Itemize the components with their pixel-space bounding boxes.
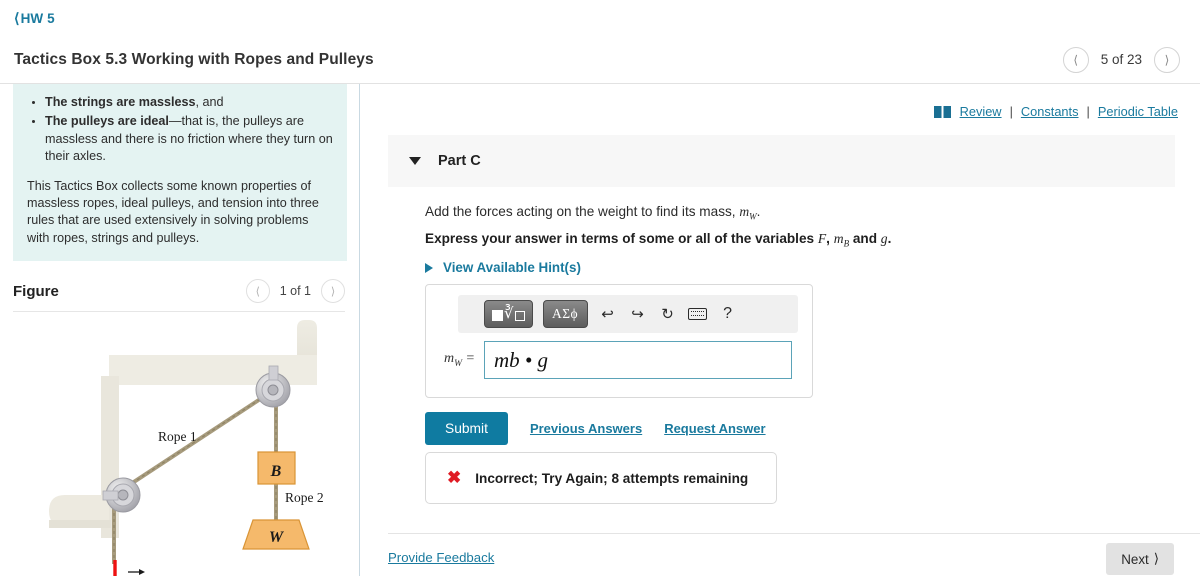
math-toolbar: ∛ ΑΣϕ ↩ ↪ ↻ ? (458, 295, 798, 333)
util-separator-2: | (1086, 104, 1090, 119)
list-item: The pulleys are ideal—that is, the pulle… (45, 113, 333, 165)
pulley-diagram-svg: B W F Rope 1 Rope 2 (49, 320, 324, 576)
chevron-right-icon: ⟩ (1153, 551, 1159, 566)
answer-lhs-label: mW = (444, 351, 475, 369)
periodic-table-link[interactable]: Periodic Table (1098, 104, 1178, 119)
page-title: Tactics Box 5.3 Working with Ropes and P… (14, 50, 374, 68)
bullet-bold-0: The strings are massless (45, 95, 196, 109)
redo-icon[interactable]: ↪ (628, 304, 648, 324)
figure-pager-next-button[interactable]: ⟩ (321, 279, 345, 303)
title-bar: Tactics Box 5.3 Working with Ropes and P… (0, 36, 1200, 84)
previous-answers-link[interactable]: Previous Answers (530, 421, 642, 436)
view-hints-toggle[interactable]: View Available Hint(s) (425, 260, 581, 275)
rope-1-label: Rope 1 (158, 429, 197, 444)
book-icon (933, 105, 951, 118)
greek-symbols-button[interactable]: ΑΣϕ (542, 300, 588, 328)
reset-icon[interactable]: ↻ (658, 304, 678, 324)
answer-input[interactable] (484, 341, 792, 379)
figure-header: Figure ⟨ 1 of 1 ⟩ (0, 261, 359, 311)
tactics-paragraph: This Tactics Box collects some known pro… (27, 178, 319, 245)
figure-pager: ⟨ 1 of 1 ⟩ (245, 279, 345, 303)
sidebar: The strings are massless, and The pulley… (0, 84, 360, 576)
question-pager: ⟨ 5 of 23 ⟩ (1062, 46, 1180, 73)
answer-entry-box: ∛ ΑΣϕ ↩ ↪ ↻ ? mW = (425, 284, 813, 398)
utility-links: Review | Constants | Periodic Table (361, 84, 1200, 119)
breadcrumb-label: HW 5 (20, 10, 55, 26)
x-mark-icon: ✖ (447, 468, 462, 487)
constants-link[interactable]: Constants (1021, 104, 1079, 119)
feedback-banner: ✖ Incorrect; Try Again; 8 attempts remai… (425, 452, 777, 504)
bullet-rest-0: , and (195, 95, 224, 109)
next-button[interactable]: Next ⟩ (1106, 543, 1174, 575)
review-link[interactable]: Review (960, 104, 1002, 119)
chevron-left-icon: ⟨ (14, 10, 20, 26)
submit-button[interactable]: Submit (425, 412, 508, 445)
breadcrumb-link-hw5[interactable]: ⟨ HW 5 (14, 11, 55, 26)
pager-count: 5 of 23 (1100, 52, 1142, 67)
weight-w-label: W (269, 529, 285, 546)
undo-icon[interactable]: ↩ (598, 304, 618, 324)
part-header[interactable]: Part C (388, 135, 1175, 187)
block-b-label: B (270, 463, 282, 480)
tactics-bullet-list: The strings are massless, and The pulley… (27, 94, 333, 166)
answer-row: mW = (444, 341, 792, 379)
view-hints-label: View Available Hint(s) (443, 260, 581, 275)
breadcrumb: ⟨ HW 5 (0, 0, 1200, 36)
question-instruction: Express your answer in terms of some or … (425, 231, 892, 249)
figure-pager-count: 1 of 1 (279, 284, 311, 298)
help-icon[interactable]: ? (718, 304, 738, 324)
next-button-label: Next (1121, 551, 1149, 567)
feedback-text: Incorrect; Try Again; 8 attempts remaini… (475, 470, 749, 486)
pager-prev-button[interactable]: ⟨ (1062, 46, 1089, 73)
figure-pager-prev-button[interactable]: ⟨ (245, 279, 270, 303)
submit-row: Submit Previous Answers Request Answer (425, 412, 766, 445)
math-template-button[interactable]: ∛ (484, 300, 533, 328)
footer-divider (388, 533, 1200, 534)
question-text: Add the forces acting on the weight to f… (425, 204, 761, 222)
main-content: Review | Constants | Periodic Table Part… (361, 84, 1200, 576)
caret-right-icon (425, 262, 433, 273)
caret-down-icon[interactable] (409, 157, 421, 165)
math-template-glyph: ∛ (492, 306, 525, 322)
keyboard-icon[interactable] (688, 304, 708, 324)
figure-title: Figure (13, 282, 59, 300)
pager-next-button[interactable]: ⟩ (1154, 46, 1180, 73)
provide-feedback-link[interactable]: Provide Feedback (388, 550, 494, 565)
list-item: The strings are massless, and (45, 94, 333, 111)
util-separator-1: | (1009, 104, 1013, 119)
tactics-box-panel: The strings are massless, and The pulley… (13, 84, 347, 261)
figure-image: B W F Rope 1 Rope 2 (13, 312, 359, 576)
page-root: ⟨ HW 5 Tactics Box 5.3 Working with Ropes… (0, 0, 1200, 576)
rope-2-label: Rope 2 (285, 490, 324, 505)
bullet-bold-1: The pulleys are ideal (45, 114, 169, 129)
request-answer-link[interactable]: Request Answer (664, 421, 765, 436)
part-label: Part C (438, 153, 481, 169)
